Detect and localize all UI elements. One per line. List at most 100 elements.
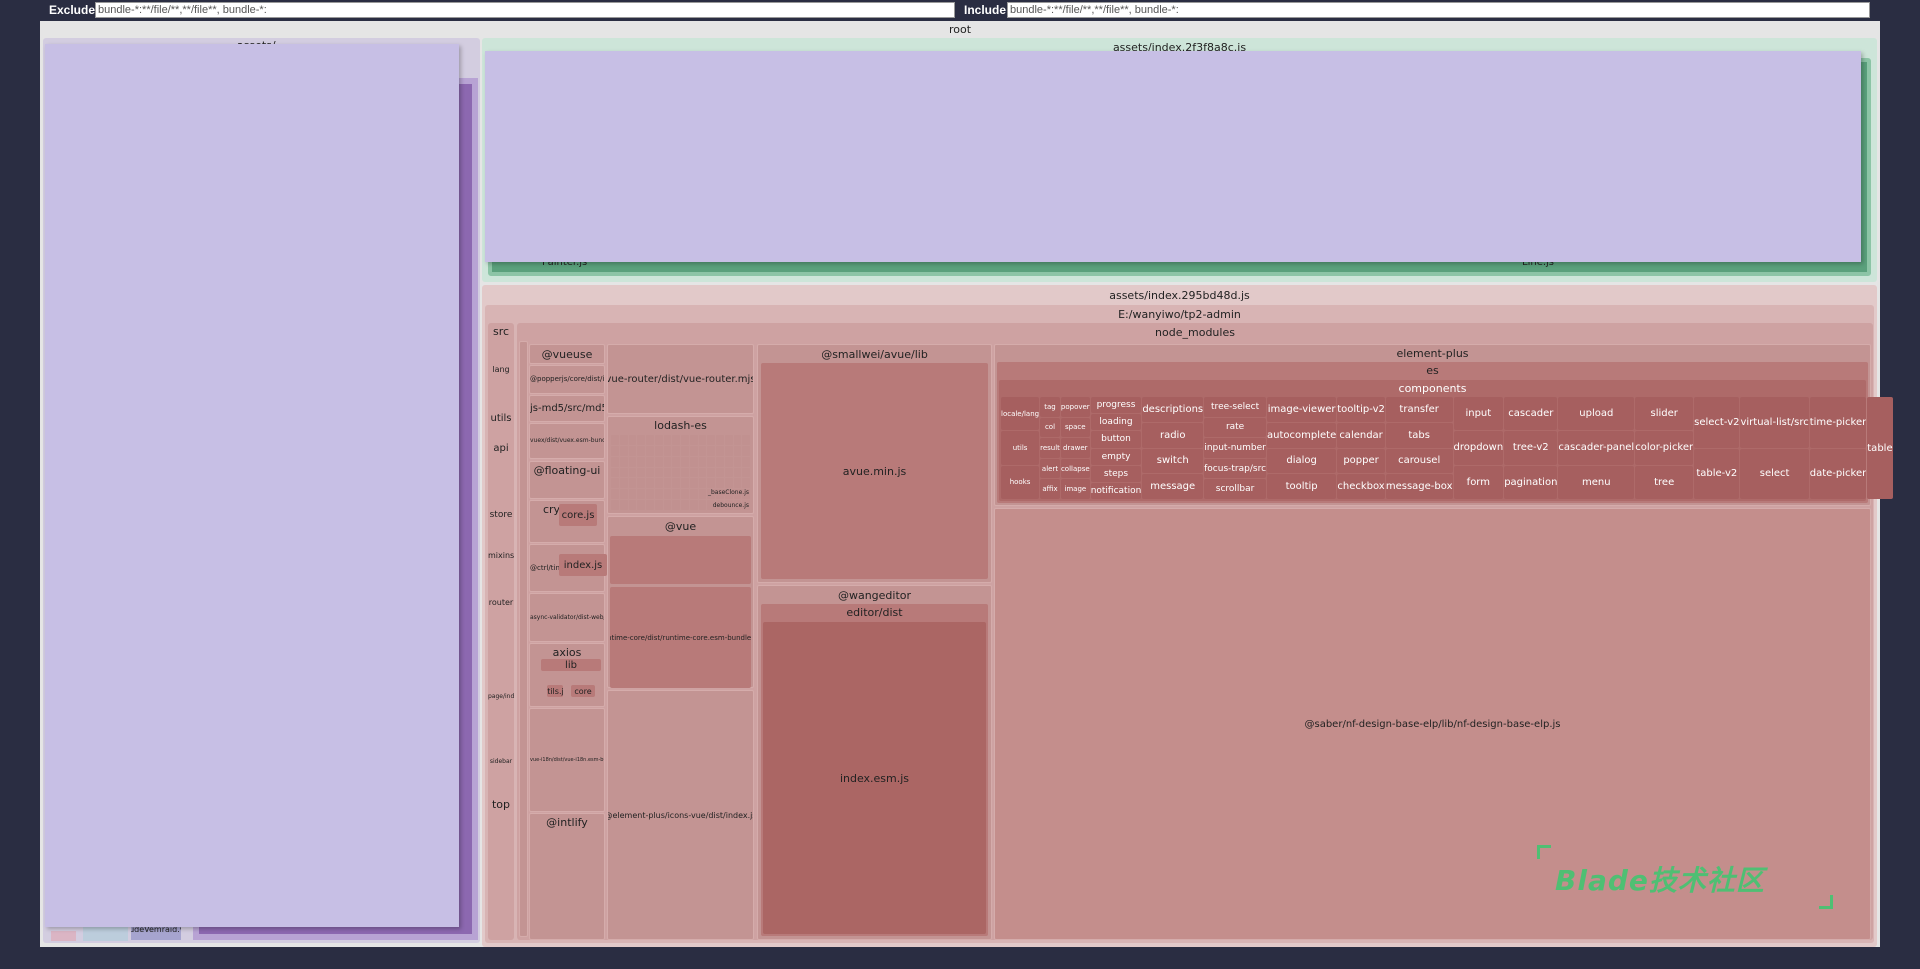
lodash-file[interactable] [611,467,619,478]
lodash-file[interactable] [716,467,724,478]
component-steps[interactable]: steps [1090,465,1142,482]
component-tabs[interactable]: tabs [1385,422,1453,448]
lodash-file[interactable] [637,445,645,456]
package-node[interactable]: @vueuse [529,344,605,364]
lodash-file[interactable] [646,467,654,478]
lodash-file[interactable] [733,478,742,489]
element-plus-folder[interactable]: element-plus es components locale/lang ut… [994,344,1893,506]
lodash-file[interactable] [663,478,672,489]
vue-reactivity-modules[interactable] [610,536,751,584]
package-node[interactable]: js-md5/src/md5.js [529,395,605,422]
lodash-file[interactable] [663,445,672,456]
lodash-file[interactable] [672,500,680,510]
component-table[interactable]: table [1867,397,1893,499]
lodash-file[interactable] [663,467,672,478]
lodash-file[interactable] [733,467,742,478]
component-alert[interactable]: alert [1040,458,1060,479]
lodash-file[interactable] [611,489,619,500]
lodash-file[interactable] [742,467,750,478]
component-dialog[interactable]: dialog [1267,448,1337,474]
lodash-file[interactable] [689,478,698,489]
component-input[interactable]: input [1453,397,1504,431]
component-calendar[interactable]: calendar [1337,422,1385,448]
component-image-viewer[interactable]: image-viewer [1267,397,1337,422]
component-color-picker[interactable]: color-picker [1635,431,1694,465]
lodash-file[interactable] [724,467,733,478]
component-result[interactable]: result [1040,438,1060,458]
lodash-file[interactable] [619,445,628,456]
component-radio[interactable]: radio [1142,422,1204,448]
lodash-file[interactable] [646,489,654,500]
component-cascader-panel[interactable]: cascader-panel [1558,431,1635,465]
component-descriptions[interactable]: descriptions [1142,397,1204,422]
component-focus-trap-src[interactable]: focus-trap/src [1204,458,1267,479]
lodash-file[interactable] [637,435,645,445]
lodash-file[interactable] [628,435,637,445]
lodash-file[interactable] [654,489,663,500]
lodash-file[interactable] [698,445,707,456]
components-folder[interactable]: components locale/lang utils hooks tag col re… [999,380,1893,501]
lodash-file[interactable] [707,478,715,489]
lodash-file[interactable] [742,435,750,445]
runtime-core-module[interactable]: runtime-core/dist/runtime-core.esm-bundl… [610,587,751,688]
src-folder[interactable]: src lang utils api store mixins router p… [488,323,514,940]
lodash-file[interactable] [654,500,663,510]
lodash-file[interactable] [619,467,628,478]
component-carousel[interactable]: carousel [1385,448,1453,474]
lodash-file[interactable] [698,500,707,510]
lodash-file[interactable] [716,478,724,489]
component-switch[interactable]: switch [1142,448,1204,474]
lodash-file[interactable] [619,489,628,500]
lodash-file[interactable] [654,456,663,467]
lodash-file[interactable] [681,456,689,467]
component-space[interactable]: space [1060,417,1090,438]
lodash-file[interactable] [637,478,645,489]
avue-min-module[interactable]: avue.min.js [761,363,988,579]
lodash-file[interactable] [681,445,689,456]
component-autocomplete[interactable]: autocomplete [1267,422,1337,448]
lodash-file[interactable] [742,456,750,467]
package-node[interactable]: @intlify [529,813,605,940]
lodash-file[interactable] [672,456,680,467]
package-node[interactable]: vue-i18n/dist/vue-i18n.esm-bundler.js [529,708,605,812]
lodash-file[interactable] [698,489,707,500]
component-popper[interactable]: popper [1337,448,1385,474]
lodash-file[interactable] [663,435,672,445]
lodash-file[interactable] [681,478,689,489]
lodash-file[interactable] [628,467,637,478]
component-tag[interactable]: tag [1040,397,1060,417]
lodash-file[interactable] [611,435,619,445]
lodash-file[interactable] [654,445,663,456]
lodash-file[interactable] [646,478,654,489]
component-select[interactable]: select [1740,448,1809,499]
lodash-file[interactable] [698,478,707,489]
lodash-file[interactable] [716,456,724,467]
package-node[interactable]: axios [529,643,605,707]
lodash-file[interactable] [637,467,645,478]
component-tooltip[interactable]: tooltip [1267,474,1337,499]
lodash-file[interactable] [689,489,698,500]
lodash-file[interactable] [619,435,628,445]
component-form[interactable]: form [1453,465,1504,499]
component-date-picker[interactable]: date-picker [1809,448,1867,499]
component-collapse[interactable]: collapse [1060,458,1090,479]
component-select-v2[interactable]: select-v2 [1694,397,1740,448]
vue-folder[interactable]: @vue runtime-core/dist/runtime-core.esm-… [607,516,754,688]
component-col[interactable]: col [1040,417,1060,438]
component-input-number[interactable]: input-number [1204,438,1267,458]
lodash-file[interactable] [689,456,698,467]
component-cascader[interactable]: cascader [1504,397,1558,431]
lodash-file[interactable] [742,445,750,456]
component-table-v2[interactable]: table-v2 [1694,448,1740,499]
axios-utils-module[interactable]: utils.js [547,685,563,697]
core-js-module[interactable]: core.js [559,504,597,526]
lodash-file[interactable] [672,467,680,478]
component-empty[interactable]: empty [1090,448,1142,465]
wangeditor-folder[interactable]: @wangeditor editor/dist index.esm.js [757,585,992,940]
lodash-file[interactable] [733,435,742,445]
lodash-file[interactable] [611,478,619,489]
component-upload[interactable]: upload [1558,397,1635,431]
component-message-box[interactable]: message-box [1385,474,1453,499]
lodash-file[interactable] [628,456,637,467]
axios-lib-folder[interactable]: lib [541,659,601,671]
